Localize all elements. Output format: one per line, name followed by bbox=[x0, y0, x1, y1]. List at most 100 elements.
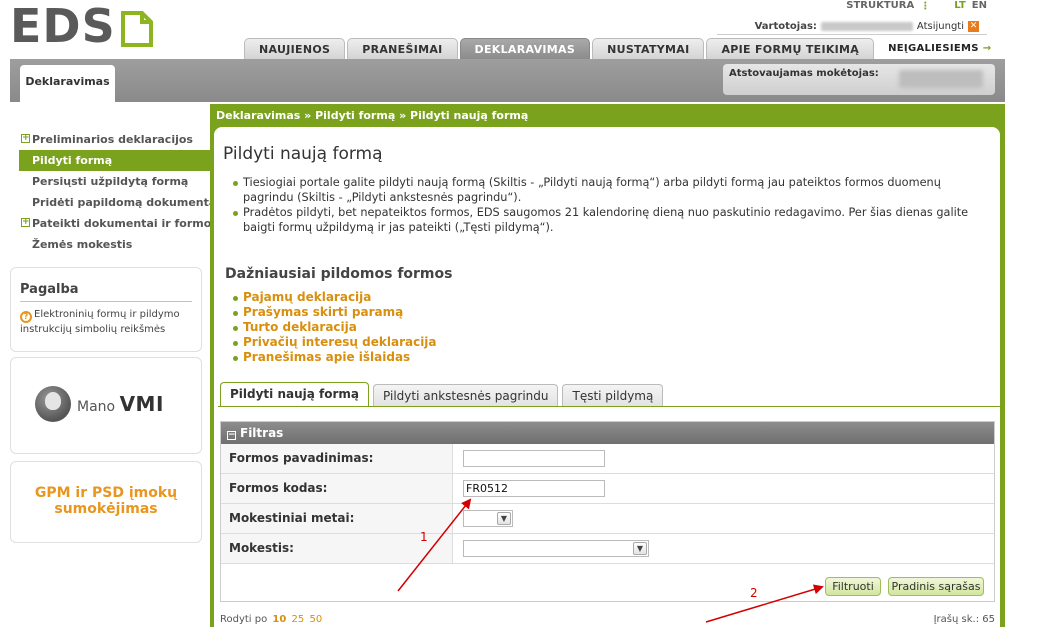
document-icon bbox=[120, 10, 154, 48]
paging-row: Rodyti po 10 25 50 Įrašų sk.: 65 bbox=[220, 614, 995, 625]
tab-neigaliesiems-label: NEĮGALIESIEMS bbox=[888, 43, 979, 54]
form-name-input[interactable] bbox=[463, 450, 605, 467]
collapse-icon[interactable]: − bbox=[227, 431, 236, 440]
mano-vmi-logo: Mano VMI bbox=[35, 386, 164, 422]
tab-apie-formu-teikima[interactable]: APIE FORMŲ TEIKIMĄ bbox=[706, 38, 875, 59]
sidebar-menu: + Preliminarios deklaracijos Pildyti for… bbox=[10, 126, 218, 259]
tax-year-select[interactable]: ▼ bbox=[463, 510, 513, 527]
intro-list: Tiesiogiai portale galite pildyti naują … bbox=[231, 175, 991, 235]
frequent-form-link[interactable]: Privačių interesų deklaracija bbox=[231, 335, 437, 350]
eds-logo[interactable]: EDS bbox=[10, 0, 154, 53]
tab-neigaliesiems[interactable]: NEĮGALIESIEMS → bbox=[876, 38, 1004, 59]
intro-item: Tiesiogiai portale galite pildyti naują … bbox=[231, 175, 991, 205]
form-name-label: Formos pavadinimas: bbox=[221, 444, 453, 473]
filter-row-tax-year: Mokestiniai metai: ▼ bbox=[221, 504, 994, 534]
subtabs-divider bbox=[218, 406, 1000, 407]
structure-link[interactable]: STRUKTŪRA bbox=[846, 0, 914, 11]
section-tab-deklaravimas[interactable]: Deklaravimas bbox=[20, 65, 115, 102]
frequent-form-link[interactable]: Prašymas skirti paramą bbox=[231, 305, 437, 320]
chevron-down-icon[interactable]: ▼ bbox=[497, 512, 511, 525]
gpm-psd-banner[interactable]: GPM ir PSD įmokų sumokėjimas bbox=[10, 461, 202, 543]
question-icon: ? bbox=[20, 311, 32, 323]
gpm-line1: GPM ir PSD įmokų bbox=[34, 485, 178, 501]
mano-vmi-text: Mano VMI bbox=[77, 392, 164, 416]
represented-payer: Atstovaujamas mokėtojas: bbox=[723, 64, 995, 95]
payer-label: Atstovaujamas mokėtojas: bbox=[729, 68, 879, 79]
expand-icon[interactable]: + bbox=[21, 218, 30, 227]
page-size-option[interactable]: 10 bbox=[272, 614, 286, 625]
sidebar-item-persiusti[interactable]: Persiųsti užpildytą formą bbox=[10, 171, 210, 192]
tab-pranesimai[interactable]: PRANEŠIMAI bbox=[347, 38, 458, 59]
logo-text: EDS bbox=[10, 0, 116, 53]
sidebar-item-pateikti-dokumentai[interactable]: + Pateikti dokumentai ir formos bbox=[10, 213, 218, 234]
subtab-continue[interactable]: Tęsti pildymą bbox=[562, 384, 664, 406]
page-size-option[interactable]: 25 bbox=[292, 614, 305, 625]
filter-row-tax: Mokestis: ▼ bbox=[221, 534, 994, 564]
header-divider bbox=[717, 34, 987, 35]
tax-select[interactable]: ▼ bbox=[463, 540, 649, 557]
record-count-value: 65 bbox=[982, 614, 995, 625]
page-size-option[interactable]: 50 bbox=[309, 614, 322, 625]
main-nav: NAUJIENOS PRANEŠIMAI DEKLARAVIMAS NUSTAT… bbox=[244, 38, 1004, 59]
arrow-right-icon: → bbox=[982, 43, 992, 54]
frequent-form-link[interactable]: Pajamų deklaracija bbox=[231, 290, 437, 305]
record-count-label: Įrašų sk.: bbox=[933, 614, 980, 625]
form-subtabs: Pildyti naują formą Pildyti ankstesnės p… bbox=[220, 382, 664, 406]
form-code-input[interactable] bbox=[463, 480, 605, 497]
user-label: Vartotojas: bbox=[754, 21, 817, 32]
header: EDS STRUKTŪRA ⋮ LT EN Vartotojas: Atsiju… bbox=[0, 0, 1041, 60]
subtab-new-form[interactable]: Pildyti naują formą bbox=[220, 382, 370, 406]
filter-row-form-code: Formos kodas: bbox=[221, 474, 994, 504]
help-box: Pagalba ? Elektroninių formų ir pildymo i… bbox=[10, 267, 202, 352]
breadcrumb[interactable]: Deklaravimas » Pildyti formą » Pildyti n… bbox=[216, 109, 528, 122]
form-code-label: Formos kodas: bbox=[221, 474, 453, 503]
mano-vmi-banner[interactable]: Mano VMI bbox=[10, 357, 202, 454]
mano-vmi-prefix: Mano bbox=[77, 399, 116, 415]
mano-vmi-suffix: VMI bbox=[119, 392, 164, 416]
expand-icon[interactable]: + bbox=[21, 134, 30, 143]
sidebar-item-label: Preliminarios deklaracijos bbox=[32, 133, 193, 146]
record-count: Įrašų sk.: 65 bbox=[934, 614, 995, 625]
sidebar-item-prideti-dokumenta[interactable]: Pridėti papildomą dokumentą bbox=[10, 192, 216, 213]
chevron-down-icon[interactable]: ▼ bbox=[633, 542, 647, 555]
logout-link[interactable]: Atsijungti bbox=[917, 21, 964, 32]
filter-panel: − Filtras Formos pavadinimas: Formos koda… bbox=[220, 421, 995, 602]
close-icon[interactable]: ✕ bbox=[968, 21, 979, 32]
sidebar-item-preliminarios[interactable]: + Preliminarios deklaracijos bbox=[10, 129, 210, 150]
help-title: Pagalba bbox=[20, 282, 192, 302]
main-area: Deklaravimas » Pildyti formą » Pildyti n… bbox=[210, 104, 1005, 627]
page-size-label: Rodyti po bbox=[220, 614, 268, 625]
user-name-redacted bbox=[820, 22, 913, 31]
person-icon bbox=[35, 386, 71, 422]
frequent-forms-title: Dažniausiai pildomos formos bbox=[225, 266, 453, 282]
tax-label: Mokestis: bbox=[221, 534, 453, 563]
filter-button[interactable]: Filtruoti bbox=[825, 577, 881, 596]
help-link[interactable]: ? Elektroninių formų ir pildymo instrukci… bbox=[20, 308, 192, 337]
payer-name-redacted bbox=[899, 70, 983, 88]
filter-row-form-name: Formos pavadinimas: bbox=[221, 444, 994, 474]
tax-year-label: Mokestiniai metai: bbox=[221, 504, 453, 533]
sidebar-item-zemes-mokestis[interactable]: Žemės mokestis bbox=[10, 234, 210, 255]
structure-icon: ⋮ bbox=[920, 0, 931, 12]
frequent-form-link[interactable]: Turto deklaracija bbox=[231, 320, 437, 335]
subtab-previous-based[interactable]: Pildyti ankstesnės pagrindu bbox=[373, 384, 559, 406]
section-band: Deklaravimas Atstovaujamas mokėtojas: bbox=[10, 59, 1005, 102]
gpm-line2: sumokėjimas bbox=[54, 501, 158, 517]
tab-deklaravimas[interactable]: DEKLARAVIMAS bbox=[459, 38, 591, 59]
content-panel: Pildyti naują formą Tiesiogiai portale g… bbox=[214, 127, 1000, 627]
top-links: STRUKTŪRA ⋮ LT EN bbox=[846, 0, 987, 12]
filter-header[interactable]: − Filtras bbox=[221, 422, 994, 444]
sidebar-item-pildyti-forma[interactable]: Pildyti formą bbox=[19, 150, 210, 171]
page-title: Pildyti naują formą bbox=[223, 144, 383, 164]
filter-title: Filtras bbox=[240, 426, 284, 440]
filter-buttons: Filtruoti Pradinis sąrašas bbox=[221, 568, 994, 602]
tab-naujienos[interactable]: NAUJIENOS bbox=[244, 38, 346, 59]
lang-en-link[interactable]: EN bbox=[972, 0, 987, 11]
sidebar-item-label: Pateikti dokumentai ir formos bbox=[32, 217, 218, 230]
help-text: Elektroninių formų ir pildymo instrukcij… bbox=[20, 309, 180, 335]
reset-list-button[interactable]: Pradinis sąrašas bbox=[888, 577, 984, 596]
frequent-forms-list: Pajamų deklaracija Prašymas skirti param… bbox=[231, 290, 437, 365]
frequent-form-link[interactable]: Pranešimas apie išlaidas bbox=[231, 350, 437, 365]
tab-nustatymai[interactable]: NUSTATYMAI bbox=[592, 38, 705, 59]
lang-lt-link[interactable]: LT bbox=[954, 0, 966, 11]
